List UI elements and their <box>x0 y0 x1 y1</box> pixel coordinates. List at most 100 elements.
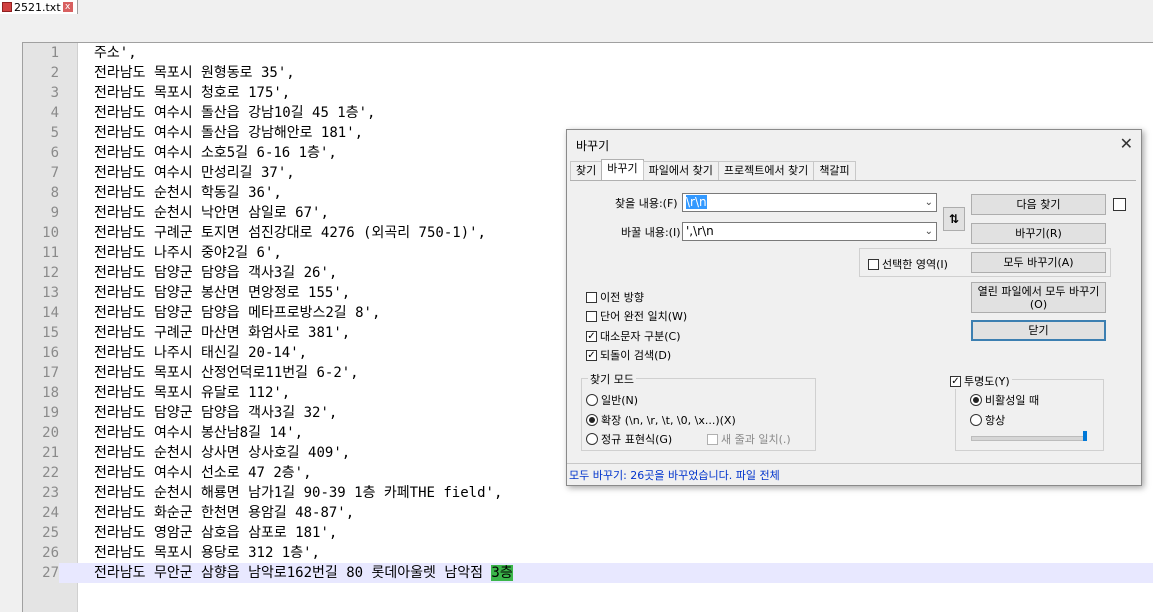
chevron-down-icon[interactable]: ⌄ <box>925 223 933 240</box>
file-tab[interactable]: 2521.txt x <box>0 0 78 14</box>
editor-line[interactable]: 4 전라남도 여수시 돌산읍 강남10길 45 1층', <box>23 103 1153 123</box>
line-text: 전라남도 목포시 용당로 312 1층', <box>94 545 320 561</box>
backward-checkbox[interactable]: 이전 방향 <box>586 289 644 305</box>
find-input[interactable]: \r\n ⌄ <box>682 193 937 212</box>
line-number: 7 <box>50 165 59 181</box>
in-selection-label: 선택한 영역(I) <box>882 258 948 271</box>
editor-line[interactable]: 24 전라남도 화순군 한천면 용암길 48-87', <box>23 503 1153 523</box>
line-number: 26 <box>42 545 59 561</box>
line-number: 10 <box>42 225 59 241</box>
find-next-button[interactable]: 다음 찾기 <box>971 194 1106 215</box>
line-text: 전라남도 목포시 유달로 112', <box>94 385 291 401</box>
search-mode-title: 찾기 모드 <box>588 371 636 387</box>
mode-regex-label: 정규 표현식(G) <box>601 433 673 446</box>
line-text: 전라남도 순천시 상사면 상사호길 409', <box>94 445 351 461</box>
tab-find[interactable]: 찾기 <box>570 161 603 180</box>
line-number: 21 <box>42 445 59 461</box>
transparency-always-radio[interactable]: 항상 <box>970 412 1005 428</box>
file-tab-label: 2521.txt <box>14 0 61 14</box>
editor-line[interactable]: 2 전라남도 목포시 원형동로 35', <box>23 63 1153 83</box>
checkmark-icon: ✓ <box>950 375 961 387</box>
mode-normal-label: 일반(N) <box>601 394 639 407</box>
replace-all-open-files-button[interactable]: 열린 파일에서 모두 바꾸기 (O) <box>971 282 1106 313</box>
line-text: 전라남도 여수시 소호5길 6-16 1층', <box>94 145 337 161</box>
transparency-checkbox[interactable]: ✓ 투명도(Y) <box>950 373 1012 389</box>
checkbox-box <box>586 310 597 322</box>
tab-find-in-projects[interactable]: 프로젝트에서 찾기 <box>717 161 815 180</box>
mode-extended-radio[interactable]: 확장 (\n, \r, \t, \0, \x...)(X) <box>586 412 736 428</box>
replace-button[interactable]: 바꾸기(R) <box>971 223 1106 244</box>
unsaved-file-icon <box>2 2 12 12</box>
wrap-around-label: 되돌이 검색(D) <box>600 349 672 362</box>
line-number: 9 <box>50 205 59 221</box>
tab-find-in-files[interactable]: 파일에서 찾기 <box>642 161 719 180</box>
in-selection-checkbox[interactable]: 선택한 영역(I) <box>868 256 948 272</box>
transparency-slider-track[interactable] <box>971 436 1087 441</box>
match-case-checkbox[interactable]: ✓ 대소문자 구분(C) <box>586 328 680 344</box>
replace-all-button[interactable]: 모두 바꾸기(A) <box>971 252 1106 273</box>
line-text: 전라남도 영암군 삼호읍 삼포로 181', <box>94 525 338 541</box>
line-text: 전라남도 나주시 중야2길 6', <box>94 245 282 261</box>
editor-line[interactable]: 23 전라남도 순천시 해룡면 남가1길 90-39 1층 카페THE field… <box>23 483 1153 503</box>
line-text: 전라남도 순천시 해룡면 남가1길 90-39 1층 카페THE field', <box>94 485 503 501</box>
line-text: 전라남도 구례군 마산면 화엄사로 381', <box>94 325 351 341</box>
line-text-content: 전라남도 무안군 삼향읍 남악로162번길 80 롯데아울렛 남악점 <box>94 565 492 581</box>
tab-bar: 2521.txt x <box>0 0 1153 14</box>
tab-replace[interactable]: 바꾸기 <box>601 159 644 180</box>
editor-line[interactable]: 25 전라남도 영암군 삼호읍 삼포로 181', <box>23 523 1153 543</box>
current-line[interactable]: 27 전라남도 무안군 삼향읍 남악로162번길 80 롯데아울렛 남악점 3층 <box>23 563 1153 583</box>
checkmark-icon: ✓ <box>586 349 597 361</box>
dot-newline-label: 새 줄과 일치(.) <box>721 433 791 446</box>
line-number: 15 <box>42 325 59 341</box>
radio-circle <box>586 414 598 426</box>
find-input-value: \r\n <box>686 195 707 209</box>
line-number: 27 <box>23 563 59 583</box>
line-number: 16 <box>42 345 59 361</box>
find-label: 찾을 내용:(F) <box>615 197 678 210</box>
editor-line[interactable]: 1 주소', <box>23 43 1153 63</box>
transparency-label: 투명도(Y) <box>964 375 1010 388</box>
replace-dialog: 바꾸기 ✕ 찾기 바꾸기 파일에서 찾기 프로젝트에서 찾기 책갈피 찾을 내용… <box>566 129 1142 486</box>
line-number: 1 <box>50 45 59 61</box>
swap-button[interactable]: ⇅ <box>943 207 965 231</box>
radio-circle <box>586 433 598 445</box>
replace-label: 바꿀 내용:(I) <box>621 226 681 239</box>
transparency-inactive-radio[interactable]: 비활성일 때 <box>970 392 1039 408</box>
line-number: 14 <box>42 305 59 321</box>
whole-word-checkbox[interactable]: 단어 완전 일치(W) <box>586 308 687 324</box>
dot-newline-checkbox[interactable]: 새 줄과 일치(.) <box>707 431 791 447</box>
line-number: 18 <box>42 385 59 401</box>
line-text: 전라남도 담양군 담양읍 객사3길 26', <box>94 265 338 281</box>
line-text: 주소', <box>94 45 137 61</box>
mode-normal-radio[interactable]: 일반(N) <box>586 392 638 408</box>
editor-line[interactable]: 26 전라남도 목포시 용당로 312 1층', <box>23 543 1153 563</box>
status-bar: 모두 바꾸기: 26곳을 바꾸었습니다. 파일 전체 <box>567 463 1141 485</box>
line-text: 전라남도 순천시 학동길 36', <box>94 185 282 201</box>
close-icon[interactable]: ✕ <box>1120 134 1133 153</box>
close-tab-icon[interactable]: x <box>62 2 73 12</box>
dialog-tabs: 찾기 바꾸기 파일에서 찾기 프로젝트에서 찾기 책갈피 <box>570 159 856 180</box>
transparency-inactive-label: 비활성일 때 <box>985 394 1040 407</box>
line-number: 4 <box>50 105 59 121</box>
mode-regex-radio[interactable]: 정규 표현식(G) <box>586 431 672 447</box>
wrap-around-checkbox[interactable]: ✓ 되돌이 검색(D) <box>586 347 671 363</box>
line-number: 3 <box>50 85 59 101</box>
replace-input[interactable]: ',\r\n ⌄ <box>682 222 937 241</box>
line-text: 전라남도 순천시 낙안면 삼일로 67', <box>94 205 329 221</box>
transparency-slider-thumb[interactable] <box>1083 431 1087 441</box>
close-button[interactable]: 닫기 <box>971 320 1106 341</box>
editor-line[interactable]: 3 전라남도 목포시 청호로 175', <box>23 83 1153 103</box>
line-text: 전라남도 무안군 삼향읍 남악로162번길 80 롯데아울렛 남악점 3층 <box>94 563 513 583</box>
pin-checkbox[interactable] <box>1113 198 1126 211</box>
line-text: 전라남도 여수시 돌산읍 강남해안로 181', <box>94 125 364 141</box>
line-text: 전라남도 목포시 원형동로 35', <box>94 65 295 81</box>
line-number: 5 <box>50 125 59 141</box>
line-number: 17 <box>42 365 59 381</box>
checkbox-box <box>586 291 597 303</box>
tab-mark[interactable]: 책갈피 <box>813 161 856 180</box>
chevron-down-icon[interactable]: ⌄ <box>925 194 933 211</box>
line-text: 전라남도 여수시 선소로 47 2층', <box>94 465 312 481</box>
line-number: 8 <box>50 185 59 201</box>
line-number: 12 <box>42 265 59 281</box>
replace-input-value: ',\r\n <box>686 224 714 238</box>
